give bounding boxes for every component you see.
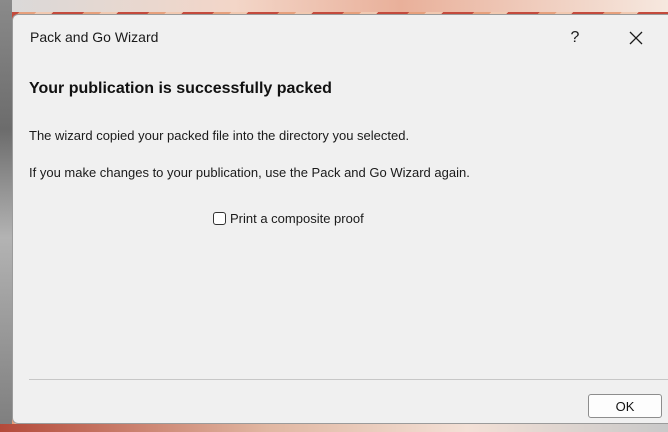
desktop-background-top — [0, 0, 668, 12]
checkbox-label[interactable]: Print a composite proof — [230, 211, 364, 226]
changes-message: If you make changes to your publication,… — [29, 165, 470, 180]
composite-proof-checkbox[interactable]: Print a composite proof — [213, 211, 364, 226]
close-button[interactable] — [611, 21, 661, 55]
desktop-background-left — [0, 0, 12, 432]
close-icon — [629, 31, 643, 45]
footer-separator — [29, 379, 668, 380]
checkbox-box[interactable] — [213, 212, 226, 225]
pack-and-go-dialog: Pack and Go Wizard ? Your publication is… — [12, 14, 668, 424]
copied-message: The wizard copied your packed file into … — [29, 128, 410, 143]
help-button[interactable]: ? — [553, 21, 597, 55]
success-heading: Your publication is successfully packed — [29, 80, 332, 97]
title-bar: Pack and Go Wizard ? — [13, 15, 668, 55]
dialog-title: Pack and Go Wizard — [30, 29, 159, 45]
ok-button[interactable]: OK — [588, 394, 662, 418]
desktop-background-bottom — [0, 424, 668, 432]
